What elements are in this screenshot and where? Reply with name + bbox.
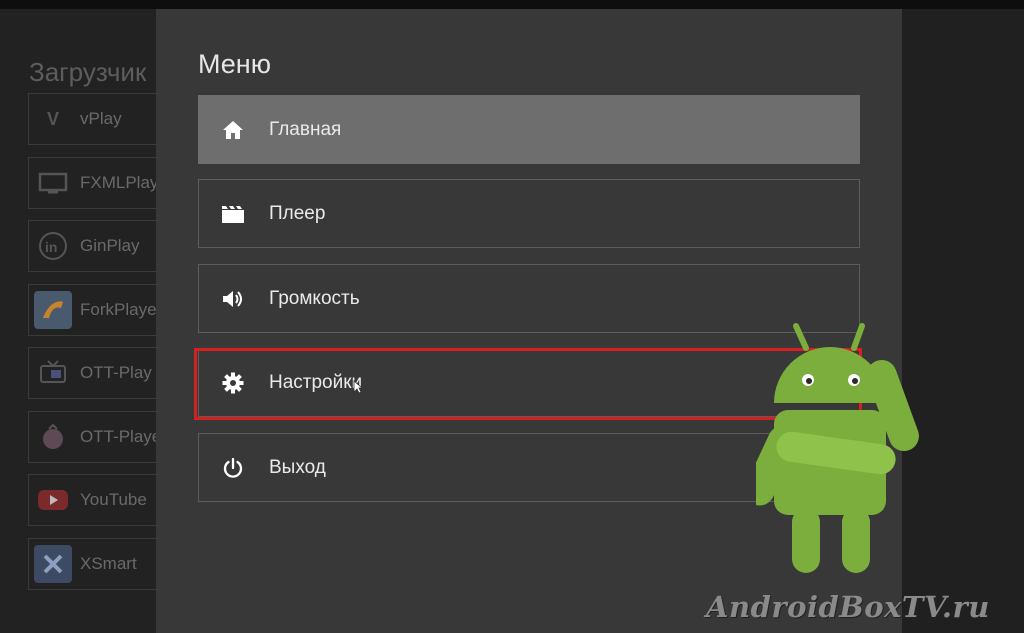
app-item-youtube[interactable]: YouTube xyxy=(28,474,168,526)
mouse-cursor-icon xyxy=(353,380,364,399)
menu-item-label: Главная xyxy=(269,118,342,140)
youtube-icon xyxy=(34,481,72,519)
app-item-forkplayer[interactable]: ForkPlaye xyxy=(28,283,168,336)
clapperboard-icon xyxy=(221,202,245,226)
app-label: OTT-Play xyxy=(80,363,152,382)
menu-item-label: Выход xyxy=(269,456,326,478)
forkplayer-icon xyxy=(34,290,72,329)
app-label: GinPlay xyxy=(80,236,140,255)
app-item-ott-player[interactable]: OTT-Playe xyxy=(28,410,168,463)
app-label: YouTube xyxy=(80,490,147,509)
ginplay-icon: in xyxy=(34,227,72,265)
app-item-vplay[interactable]: V vPlay xyxy=(28,93,168,145)
xsmart-icon xyxy=(34,544,72,583)
app-list: V vPlay FXMLPlay in GinPlay ForkPlaye OT… xyxy=(28,93,168,601)
vplay-icon: V xyxy=(46,108,59,129)
svg-text:in: in xyxy=(45,239,57,255)
tv-icon xyxy=(34,164,72,202)
app-label: ForkPlaye xyxy=(80,299,157,319)
app-item-ginplay[interactable]: in GinPlay xyxy=(28,220,168,272)
menu-title: Меню xyxy=(198,49,271,79)
power-icon xyxy=(221,456,245,480)
loader-title: Загрузчик xyxy=(29,57,147,87)
app-label: FXMLPlay xyxy=(80,172,159,192)
ott-play-icon xyxy=(34,354,72,392)
menu-item-player[interactable]: Плеер xyxy=(198,179,860,248)
app-label: OTT-Playe xyxy=(80,426,162,446)
top-bar xyxy=(0,0,1024,9)
app-label: XSmart xyxy=(80,553,137,573)
app-label: vPlay xyxy=(80,109,122,128)
menu-item-label: Плеер xyxy=(269,202,326,224)
watermark: AndroidBoxTV.ru xyxy=(706,590,990,624)
app-item-xsmart[interactable]: XSmart xyxy=(28,537,168,590)
app-item-fxmlplay[interactable]: FXMLPlay xyxy=(28,156,168,209)
volume-icon xyxy=(221,287,245,311)
menu-item-home[interactable]: Главная xyxy=(198,95,860,164)
android-mascot-icon xyxy=(744,318,926,588)
app-item-ott-play[interactable]: OTT-Play xyxy=(28,347,168,399)
home-icon xyxy=(221,118,245,142)
ott-player-icon xyxy=(34,418,72,456)
menu-item-label: Громкость xyxy=(269,287,360,309)
